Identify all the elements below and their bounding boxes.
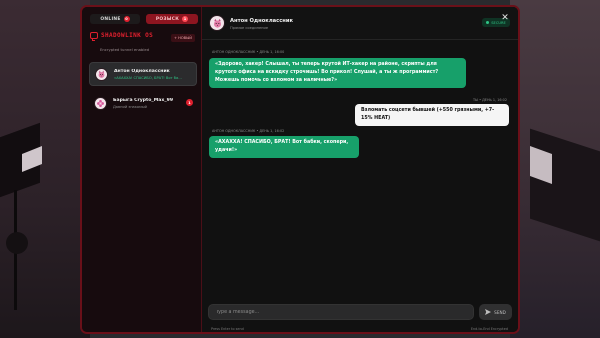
chat-status: Прямое соединение <box>230 26 269 30</box>
contact-name: Барыга Crypto_Max_99 <box>113 97 174 103</box>
message-bubble-incoming: «Здорово, хакер! Слышал, ты теперь круто… <box>209 58 466 88</box>
contact-item-anton[interactable]: Антон Одноклассник «АХАХХА! СПАСИБО, БРА… <box>89 62 197 86</box>
message-meta: ТЫ • ДЕНЬ 1, 16:02 <box>472 98 507 102</box>
message-meta: АНТОН ОДНОКЛАССНИК • ДЕНЬ 1, 16:00 <box>212 50 285 54</box>
send-button[interactable]: SEND <box>479 304 512 320</box>
send-hint: Press Enter to send <box>211 327 244 331</box>
message-input[interactable] <box>216 309 473 315</box>
sidebar: ONLINE 0 РОЗЫСК 1 SHADOWLINK OS + НОВЫЙ … <box>82 7 202 332</box>
online-count-badge: 0 <box>123 16 130 22</box>
brand-title: SHADOWLINK OS <box>101 32 154 39</box>
chat-bubble-icon <box>90 32 98 41</box>
background-lamp <box>6 232 28 254</box>
brand: SHADOWLINK OS <box>90 32 154 41</box>
close-icon[interactable]: ✕ <box>500 14 510 23</box>
unread-badge: 1 <box>186 99 193 106</box>
online-status-button[interactable]: ONLINE 0 <box>90 14 140 24</box>
send-icon <box>485 309 492 315</box>
status-row: ONLINE 0 РОЗЫСК 1 <box>90 14 198 24</box>
wanted-label: РОЗЫСК <box>155 16 180 22</box>
cat-avatar-icon <box>95 67 108 81</box>
chat-title: Антон Одноклассник <box>230 18 294 24</box>
encryption-hint: End-to-End Encrypted <box>470 327 508 331</box>
encryption-subtitle: Encrypted tunnel enabled <box>100 47 150 52</box>
contact-preview: Давний знакомый <box>113 104 148 109</box>
new-chat-button[interactable]: + НОВЫЙ <box>171 34 195 42</box>
cat-avatar-icon <box>209 15 225 31</box>
flower-avatar-icon <box>94 96 107 110</box>
online-label: ONLINE <box>100 16 121 22</box>
contact-text: Барыга Crypto_Max_99 Давний знакомый <box>113 98 181 109</box>
message-composer[interactable] <box>208 304 474 320</box>
contact-name: Антон Одноклассник <box>114 68 170 74</box>
new-chat-label: + НОВЫЙ <box>173 36 192 40</box>
messenger-window: ONLINE 0 РОЗЫСК 1 SHADOWLINK OS + НОВЫЙ … <box>80 5 520 334</box>
wanted-count-badge: 1 <box>182 16 189 22</box>
secure-dot-icon <box>486 21 490 24</box>
contact-text: Антон Одноклассник «АХАХХА! СПАСИБО, БРА… <box>114 69 182 80</box>
chat-header: Антон Одноклассник Прямое соединение SEC… <box>202 7 518 40</box>
wanted-status-button[interactable]: РОЗЫСК 1 <box>146 14 198 24</box>
message-bubble-outgoing: Взломать соцсети бывшей (+550 грязными, … <box>355 104 509 126</box>
message-meta: АНТОН ОДНОКЛАССНИК • ДЕНЬ 1, 16:02 <box>212 129 285 133</box>
send-label: SEND <box>494 309 506 315</box>
chat-panel: Антон Одноклассник Прямое соединение SEC… <box>202 7 518 332</box>
contact-preview: «АХАХХА! СПАСИБО, БРАТ! Вот бабки, скопи… <box>114 75 182 80</box>
message-bubble-incoming: «АХАХХА! СПАСИБО, БРАТ! Вот бабки, скопе… <box>209 136 359 158</box>
contact-item-baryga[interactable]: Барыга Crypto_Max_99 Давний знакомый 1 <box>89 91 197 115</box>
